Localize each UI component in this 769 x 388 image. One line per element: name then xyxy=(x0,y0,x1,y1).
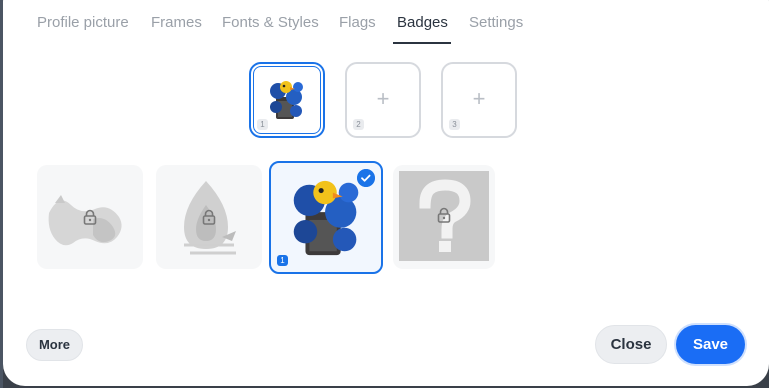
slot-number: 3 xyxy=(449,119,460,130)
slot-number: 2 xyxy=(353,119,364,130)
badge-card-flame[interactable] xyxy=(156,165,262,269)
tab-badges[interactable]: Badges xyxy=(397,14,448,31)
blue-flower-duck-badge-icon xyxy=(293,180,359,256)
badge-slot-2[interactable]: + 2 xyxy=(345,62,421,138)
lock-icon xyxy=(437,207,451,223)
blue-flower-duck-badge-icon xyxy=(270,81,303,119)
tab-profile-picture[interactable]: Profile picture xyxy=(37,14,129,31)
save-button[interactable]: Save xyxy=(676,325,745,364)
badge-card-blue-flower-duck[interactable]: 1 xyxy=(269,161,383,274)
more-button[interactable]: More xyxy=(26,329,83,361)
slot-number: 1 xyxy=(257,119,268,130)
badge-slot-3[interactable]: + 3 xyxy=(441,62,517,138)
tab-bar: Profile picture Frames Fonts & Styles Fl… xyxy=(3,0,769,44)
tab-frames[interactable]: Frames xyxy=(151,14,202,31)
lock-icon xyxy=(83,209,97,225)
slot-number-badge: 1 xyxy=(277,255,288,266)
check-icon xyxy=(357,169,375,187)
badge-card-dragon[interactable] xyxy=(37,165,143,269)
close-button[interactable]: Close xyxy=(595,325,667,364)
badge-dialog: Profile picture Frames Fonts & Styles Fl… xyxy=(3,0,769,386)
plus-icon: + xyxy=(376,86,390,111)
badge-card-question-mark[interactable] xyxy=(393,165,495,269)
tab-flags[interactable]: Flags xyxy=(339,14,376,31)
tab-settings[interactable]: Settings xyxy=(469,14,523,31)
plus-icon: + xyxy=(472,86,486,111)
tab-fonts-styles[interactable]: Fonts & Styles xyxy=(222,14,319,31)
badge-slot-1[interactable]: 1 xyxy=(249,62,325,138)
active-tab-indicator xyxy=(393,42,451,44)
lock-icon xyxy=(202,209,216,225)
